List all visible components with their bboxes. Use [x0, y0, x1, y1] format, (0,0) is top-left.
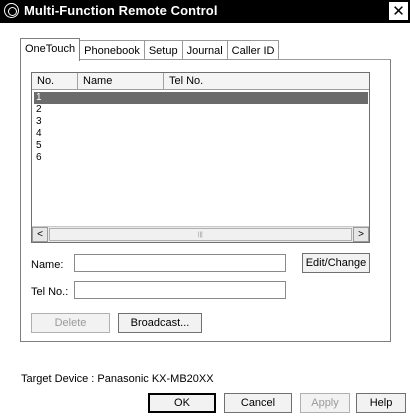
- tab-journal[interactable]: Journal: [181, 40, 228, 60]
- tel-no-label: Tel No.:: [31, 286, 69, 298]
- scroll-left-button[interactable]: <: [32, 227, 48, 242]
- edit-change-button[interactable]: Edit/Change: [302, 253, 370, 273]
- onetouch-list[interactable]: No. Name Tel No. 1 2 3 4 5 6 < ||| >: [31, 72, 370, 243]
- apply-button[interactable]: Apply: [300, 393, 350, 413]
- dialog-window: Multi-Function Remote Control ✕ OneTouch…: [0, 0, 410, 418]
- window-title: Multi-Function Remote Control: [24, 3, 218, 18]
- column-header-name[interactable]: Name: [78, 73, 164, 90]
- cancel-button[interactable]: Cancel: [224, 393, 292, 413]
- list-item[interactable]: 4: [34, 128, 368, 140]
- column-header-no[interactable]: No.: [32, 73, 78, 90]
- tab-setup[interactable]: Setup: [143, 40, 183, 60]
- close-icon: ✕: [392, 2, 405, 20]
- title-bar[interactable]: Multi-Function Remote Control ✕: [0, 0, 410, 23]
- tab-phonebook[interactable]: Phonebook: [79, 40, 145, 60]
- tab-caller-id[interactable]: Caller ID: [226, 40, 280, 60]
- list-item[interactable]: 2: [34, 104, 368, 116]
- list-item[interactable]: 5: [34, 140, 368, 152]
- name-field[interactable]: [74, 254, 286, 272]
- tel-no-field[interactable]: [74, 281, 286, 299]
- broadcast-button[interactable]: Broadcast...: [118, 313, 202, 333]
- list-item[interactable]: 6: [34, 152, 368, 164]
- delete-button[interactable]: Delete: [31, 313, 110, 333]
- tab-strip: OneTouch Phonebook Setup Journal Caller ID: [20, 38, 280, 61]
- name-label: Name:: [31, 259, 64, 271]
- close-button[interactable]: ✕: [389, 2, 408, 20]
- arrow-left-icon: <: [37, 229, 43, 240]
- target-device-text: Target Device : Panasonic KX-MB20XX: [21, 373, 214, 385]
- grip-icon: |||: [198, 232, 203, 238]
- scroll-right-button[interactable]: >: [353, 227, 369, 242]
- list-item[interactable]: 3: [34, 116, 368, 128]
- arrow-right-icon: >: [358, 229, 364, 240]
- list-header: No. Name Tel No.: [32, 73, 369, 90]
- remote-control-icon: [4, 3, 19, 18]
- scrollbar-thumb[interactable]: |||: [49, 228, 352, 241]
- column-header-tel-no[interactable]: Tel No.: [164, 73, 369, 90]
- horizontal-scrollbar[interactable]: < ||| >: [32, 226, 369, 242]
- list-item[interactable]: 1: [34, 92, 368, 104]
- tab-onetouch[interactable]: OneTouch: [20, 38, 81, 61]
- help-button[interactable]: Help: [356, 393, 406, 413]
- ok-button[interactable]: OK: [148, 393, 216, 413]
- list-rows: 1 2 3 4 5 6: [34, 92, 368, 164]
